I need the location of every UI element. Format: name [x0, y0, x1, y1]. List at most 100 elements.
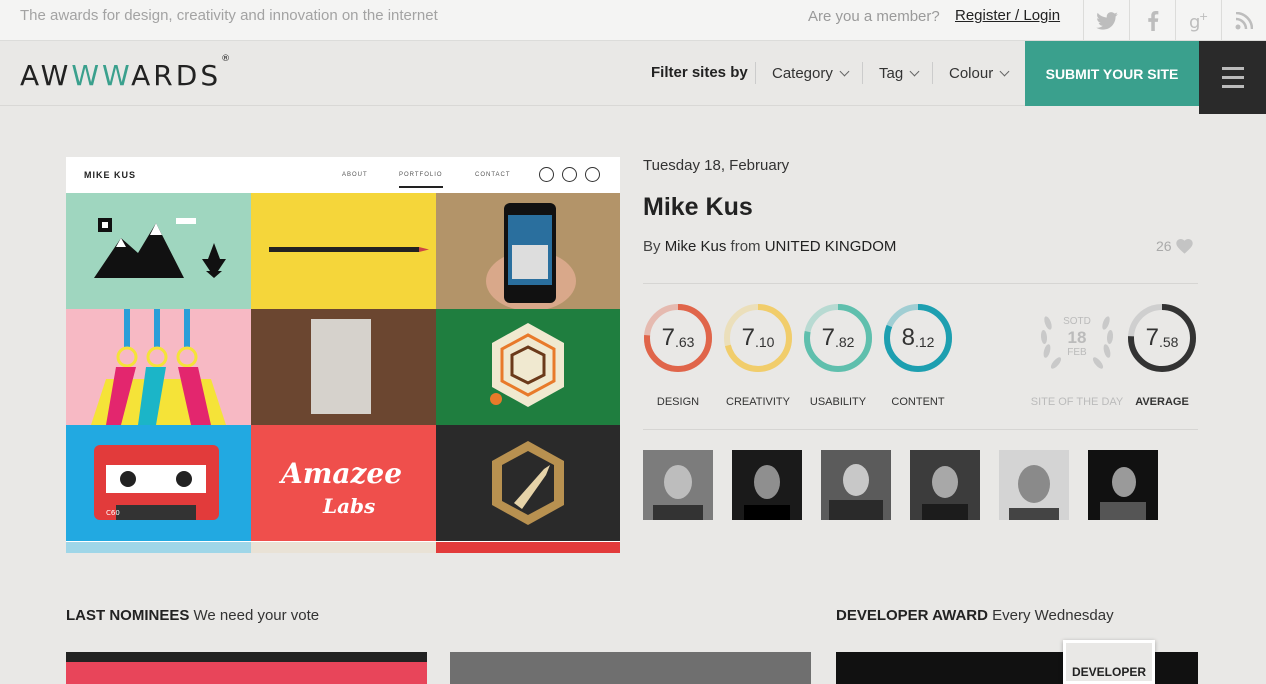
tile-pencil — [251, 193, 436, 309]
logo-part: WW — [71, 59, 132, 92]
tile-cables — [66, 309, 251, 425]
preview-nav-portfolio: PORTFOLIO — [399, 172, 443, 188]
author-link[interactable]: Mike Kus — [665, 238, 727, 255]
nominees-title: LAST NOMINEES — [66, 607, 190, 624]
jury-photo-6[interactable] — [1088, 450, 1158, 520]
score-ring-design: 7.63 — [643, 303, 713, 373]
jury-photo-1[interactable] — [643, 450, 713, 520]
tile-cassette: C60 — [66, 425, 251, 541]
likes-counter[interactable]: 26 — [1156, 238, 1193, 254]
preview-nav: MIKE KUS ABOUT PORTFOLIO CONTACT — [66, 157, 620, 193]
svg-text:+: + — [1199, 10, 1208, 23]
average-score-ring: 7.58 — [1127, 303, 1197, 373]
average-label: AVERAGE — [1135, 396, 1189, 408]
menu-line — [1221, 67, 1244, 70]
score-int: 7 — [661, 324, 675, 351]
site-tagline: The awards for design, creativity and in… — [20, 7, 438, 24]
tile-book — [251, 309, 436, 425]
filter-label: Filter sites by — [651, 64, 748, 81]
likes-count: 26 — [1156, 238, 1172, 254]
score-dec: .82 — [834, 334, 855, 350]
sotd-day: 18 — [1067, 328, 1087, 347]
score-value: 7.63 — [643, 303, 713, 373]
tile-partial-2 — [251, 541, 436, 553]
byline-by: By — [643, 238, 661, 255]
filter-colour-label: Colour — [949, 64, 994, 82]
filter-colour-dropdown[interactable]: Colour — [932, 62, 1010, 84]
divider — [643, 283, 1198, 284]
preview-nav-contact: CONTACT — [475, 172, 511, 178]
heart-icon — [1175, 238, 1193, 254]
tile-partial-3 — [436, 541, 620, 553]
submit-site-button[interactable]: SUBMIT YOUR SITE — [1025, 41, 1199, 106]
chevron-down-icon — [909, 66, 920, 76]
rss-icon[interactable] — [1221, 0, 1266, 41]
menu-line — [1221, 76, 1244, 79]
tile-phone — [436, 193, 620, 309]
nominees-subtitle: We need your vote — [193, 607, 320, 624]
logo-part: ARDS — [131, 59, 222, 92]
score-int: 7 — [821, 324, 835, 351]
nominee-thumb-2[interactable] — [450, 652, 811, 684]
tile-amazee-text: Amazee — [278, 457, 402, 490]
tile-labs-text: Labs — [322, 494, 375, 518]
score-label-usability: USABILITY — [809, 396, 867, 408]
developer-award-heading: DEVELOPER AWARD Every Wednesday — [836, 607, 1114, 624]
tile-pixel-mountains — [66, 193, 251, 309]
logo-part: AW — [20, 59, 72, 92]
developer-subtitle: Every Wednesday — [992, 607, 1114, 624]
award-date: Tuesday 18, February — [643, 157, 790, 174]
preview-dribbble-icon — [562, 167, 577, 182]
tile-amazee-labs: Amazee Labs — [251, 425, 436, 541]
facebook-icon[interactable] — [1129, 0, 1175, 41]
menu-line — [1221, 85, 1244, 88]
tile-partial-1 — [66, 541, 251, 553]
preview-instagram-icon — [585, 167, 600, 182]
byline-from: from — [730, 238, 761, 255]
nominee-thumb-1[interactable] — [66, 652, 427, 684]
portfolio-grid: C60 Amazee Labs — [66, 193, 620, 553]
developer-title: DEVELOPER AWARD — [836, 607, 988, 624]
filter-tag-label: Tag — [879, 64, 904, 82]
filter-tag-dropdown[interactable]: Tag — [862, 62, 920, 84]
average-int: 7 — [1145, 324, 1159, 351]
google-plus-icon[interactable]: g + — [1175, 0, 1221, 41]
score-dec: .63 — [674, 334, 695, 350]
score-value: 8.12 — [883, 303, 953, 373]
filter-category-label: Category — [772, 64, 833, 82]
top-bar: The awards for design, creativity and in… — [0, 0, 1266, 41]
byline: By Mike Kus from UNITED KINGDOM — [643, 238, 896, 255]
member-question: Are you a member? — [808, 8, 940, 25]
jury-photo-2[interactable] — [732, 450, 802, 520]
logo-registered: ® — [221, 53, 231, 64]
register-login-link[interactable]: Register / Login — [955, 7, 1060, 24]
site-screenshot[interactable]: MIKE KUS ABOUT PORTFOLIO CONTACT C60 Ama… — [66, 157, 620, 553]
sotd-top-text: SOTD — [1063, 316, 1091, 327]
awwwards-logo[interactable]: AWWWARDS® — [20, 54, 230, 92]
tile-cassette-label: C60 — [106, 509, 120, 517]
score-dec: .12 — [914, 334, 935, 350]
score-value: 7.10 — [723, 303, 793, 373]
score-ring-creativity: 7.10 — [723, 303, 793, 373]
score-int: 8 — [901, 324, 915, 351]
hamburger-menu-button[interactable] — [1199, 41, 1266, 114]
nominee-thumb-1-band — [66, 662, 427, 684]
score-label-content: CONTENT — [891, 396, 945, 408]
site-title[interactable]: Mike Kus — [643, 193, 753, 222]
sotd-month: FEB — [1067, 347, 1087, 358]
developer-award-badge: DEVELOPER — [1063, 640, 1155, 684]
jury-photo-4[interactable] — [910, 450, 980, 520]
average-dec: .58 — [1158, 334, 1179, 350]
sotd-label: SITE OF THE DAY — [1030, 396, 1124, 408]
jury-photo-3[interactable] — [821, 450, 891, 520]
score-ring-usability: 7.82 — [803, 303, 873, 373]
chevron-down-icon — [999, 66, 1010, 76]
average-score-value: 7.58 — [1127, 303, 1197, 373]
filter-category-dropdown[interactable]: Category — [755, 62, 850, 84]
country-link[interactable]: UNITED KINGDOM — [765, 238, 897, 255]
twitter-icon[interactable] — [1083, 0, 1129, 41]
divider — [643, 429, 1198, 430]
jury-photo-5[interactable] — [999, 450, 1069, 520]
score-ring-content: 8.12 — [883, 303, 953, 373]
score-label-design: DESIGN — [656, 396, 700, 408]
